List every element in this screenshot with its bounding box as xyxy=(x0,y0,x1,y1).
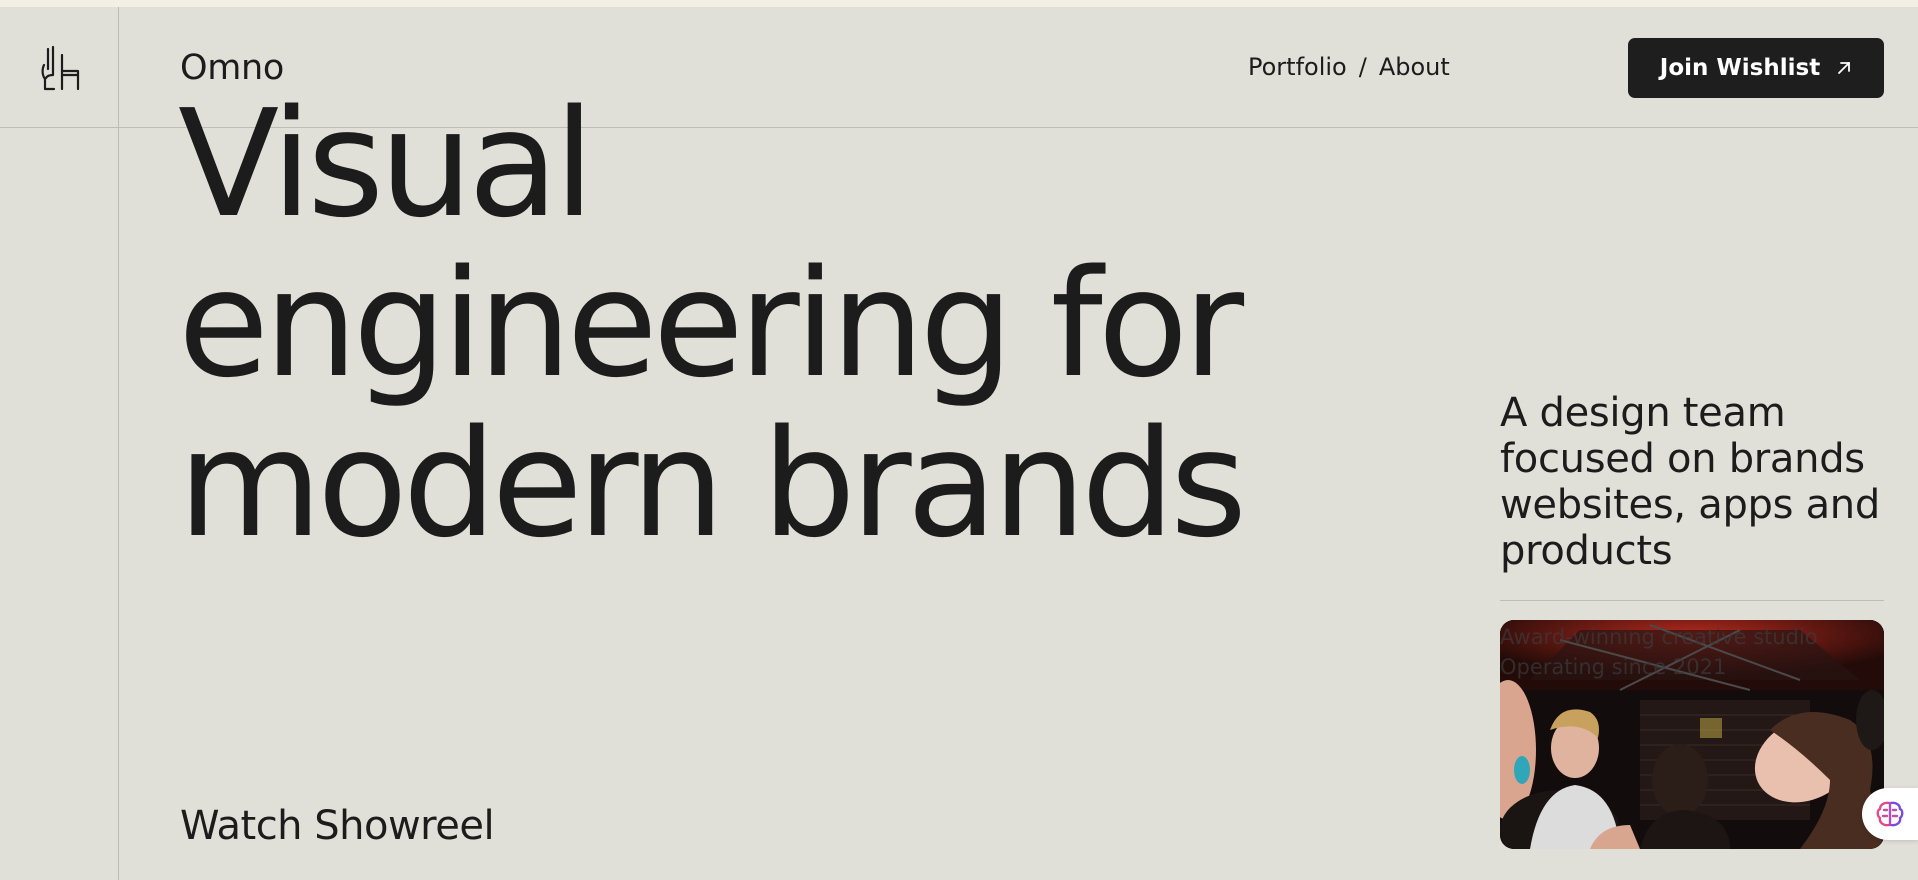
vertical-divider xyxy=(118,7,119,880)
studio-tagline: A design team focused on brands websites… xyxy=(1500,390,1900,574)
caption-line: Award-winning creative studio xyxy=(1500,625,1818,649)
hero-headline: Visual engineering for modern brands xyxy=(178,84,1258,564)
arrow-up-right-icon xyxy=(1838,62,1851,74)
hand-chair-logo-icon[interactable] xyxy=(40,45,82,91)
tagline-line: focused on brands xyxy=(1500,436,1865,482)
watch-showreel-link[interactable]: Watch Showreel xyxy=(180,798,495,854)
hero-line: modern brands xyxy=(178,398,1247,570)
studio-photo-card[interactable]: Award-winning creative studio Operating … xyxy=(1500,620,1884,849)
tagline-line: A design team xyxy=(1500,390,1786,436)
studio-caption: Award-winning creative studio Operating … xyxy=(1500,622,1884,682)
assistant-widget-button[interactable] xyxy=(1862,788,1918,840)
nav-link-portfolio[interactable]: Portfolio xyxy=(1248,52,1347,82)
nav-separator: / xyxy=(1358,53,1367,81)
nav-link-about[interactable]: About xyxy=(1379,52,1450,82)
hero-line: Visual xyxy=(178,78,595,250)
tagline-line: products xyxy=(1500,528,1673,574)
caption-line: Operating since 2021 xyxy=(1500,655,1727,679)
join-wishlist-label: Join Wishlist xyxy=(1659,55,1821,81)
main-nav: Portfolio / About xyxy=(1248,52,1450,82)
sidebar-divider xyxy=(1500,600,1884,601)
tagline-line: websites, apps and xyxy=(1500,482,1880,528)
hero-line: engineering for xyxy=(178,238,1244,410)
join-wishlist-button[interactable]: Join Wishlist xyxy=(1628,38,1884,98)
brain-icon xyxy=(1876,801,1904,827)
top-strip xyxy=(0,0,1918,7)
